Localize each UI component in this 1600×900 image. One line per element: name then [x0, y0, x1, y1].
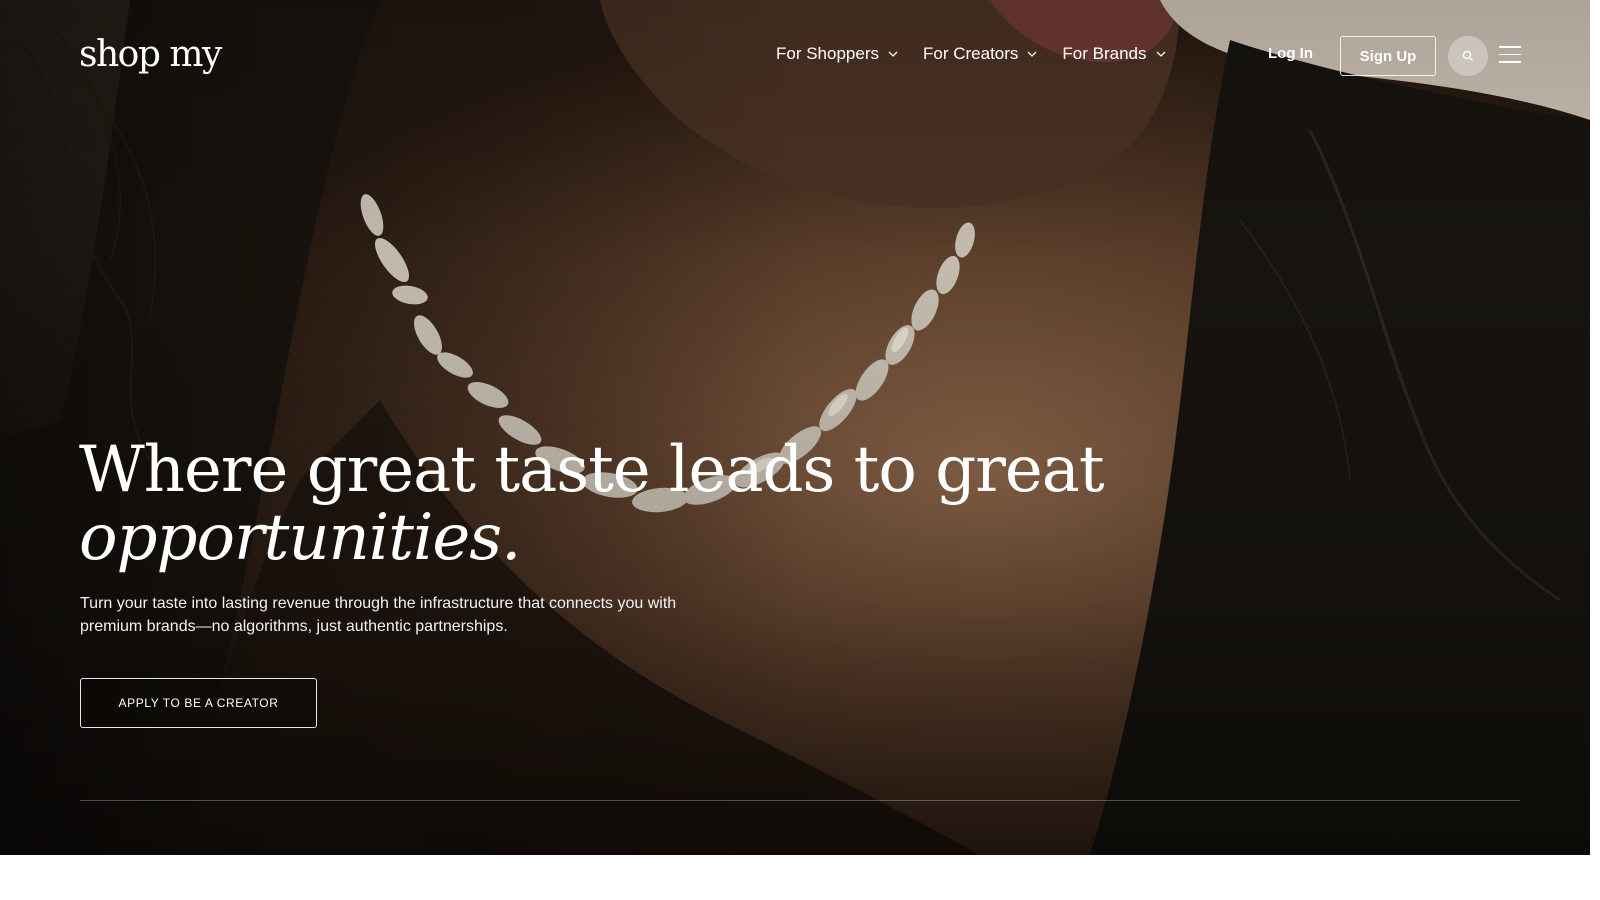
nav-for-shoppers[interactable]: For Shoppers [776, 44, 899, 64]
nav-for-creators[interactable]: For Creators [923, 44, 1038, 64]
search-icon [1462, 50, 1473, 61]
chevron-down-icon [888, 51, 898, 57]
login-link[interactable]: Log In [1268, 45, 1313, 62]
hamburger-menu-icon[interactable] [1499, 46, 1521, 64]
scrollbar-gutter [1590, 0, 1600, 855]
hero-headline-line1: Where great taste leads to great [79, 433, 1105, 507]
signup-button[interactable]: Sign Up [1340, 36, 1436, 76]
hero-subtext: Turn your taste into lasting revenue thr… [80, 595, 677, 635]
nav-for-brands-label: For Brands [1062, 44, 1147, 63]
search-button[interactable] [1448, 36, 1488, 76]
nav-for-creators-label: For Creators [923, 44, 1019, 63]
landing-page: shop my For Shoppers For Creators For Br… [0, 0, 1600, 900]
apply-creator-button[interactable]: APPLY TO BE A CREATOR [80, 678, 317, 728]
hero-divider [80, 800, 1520, 801]
nav-for-brands[interactable]: For Brands [1062, 44, 1166, 64]
shopmy-logo[interactable]: shop my [79, 34, 222, 75]
hero-section: shop my For Shoppers For Creators For Br… [0, 0, 1590, 855]
hero-headline: Where great taste leads to great opportu… [79, 433, 1105, 575]
nav-for-shoppers-label: For Shoppers [776, 44, 879, 63]
hero-headline-line2: opportunities. [79, 501, 521, 575]
chevron-down-icon [1156, 51, 1165, 57]
primary-nav: For Shoppers For Creators For Brands [776, 44, 1191, 64]
chevron-down-icon [1027, 51, 1037, 57]
